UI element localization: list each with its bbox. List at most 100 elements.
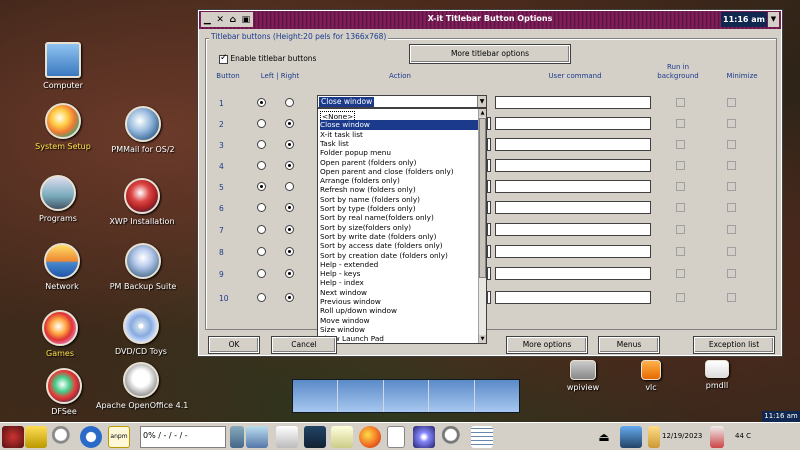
left-radio[interactable] bbox=[257, 225, 266, 234]
folder-small-icon[interactable] bbox=[648, 426, 660, 448]
desktop-icon-system-setup[interactable]: System Setup bbox=[18, 103, 108, 151]
desktop-icon-apache-openoffice[interactable]: Apache OpenOffice 4.1 bbox=[96, 362, 188, 410]
dialog-titlebar[interactable]: ▁ ✕ ⌂ ▣ X-it Titlebar Button Options 11:… bbox=[199, 11, 781, 29]
right-radio[interactable] bbox=[285, 269, 294, 278]
dropdown-option[interactable]: Close window bbox=[320, 120, 478, 130]
user-command-field[interactable] bbox=[495, 138, 651, 151]
right-radio[interactable] bbox=[285, 293, 294, 302]
dropdown-option[interactable]: Roll up/down window bbox=[320, 306, 478, 315]
scroll-thumb[interactable] bbox=[479, 118, 486, 278]
minimize-checkbox[interactable] bbox=[727, 225, 736, 234]
action-field[interactable] bbox=[487, 159, 491, 172]
menus-button[interactable]: Menus bbox=[598, 336, 660, 354]
minimize-checkbox[interactable] bbox=[727, 161, 736, 170]
minimize-checkbox[interactable] bbox=[727, 98, 736, 107]
scroll-down-arrow-icon[interactable]: ▼ bbox=[479, 335, 486, 343]
action-field[interactable] bbox=[487, 267, 491, 280]
desktop-pane[interactable] bbox=[383, 380, 430, 412]
minimize-checkbox[interactable] bbox=[727, 203, 736, 212]
user-command-field[interactable] bbox=[495, 201, 651, 214]
action-field[interactable] bbox=[487, 138, 491, 151]
right-radio[interactable] bbox=[285, 182, 294, 191]
dropdown-option[interactable]: Help - index bbox=[320, 278, 478, 287]
minimize-checkbox[interactable] bbox=[727, 119, 736, 128]
minimize-checkbox[interactable] bbox=[727, 182, 736, 191]
terminal-icon[interactable] bbox=[304, 426, 326, 448]
image-viewer-icon[interactable] bbox=[413, 426, 435, 448]
user-command-field[interactable] bbox=[495, 223, 651, 236]
left-radio[interactable] bbox=[257, 182, 266, 191]
power-icon[interactable] bbox=[80, 426, 102, 448]
scroll-up-arrow-icon[interactable]: ▲ bbox=[479, 109, 486, 117]
user-command-field[interactable] bbox=[495, 267, 651, 280]
dropdown-option[interactable]: Help - keys bbox=[320, 269, 478, 278]
dropdown-option[interactable]: Sort by type (folders only) bbox=[320, 204, 478, 213]
enable-titlebar-buttons[interactable]: Enable titlebar buttons bbox=[219, 53, 316, 64]
dropdown-option[interactable]: Folder popup menu bbox=[320, 148, 478, 157]
dropdown-option[interactable]: Arrange (folders only) bbox=[320, 176, 478, 185]
run-background-checkbox[interactable] bbox=[676, 247, 685, 256]
right-radio[interactable] bbox=[285, 203, 294, 212]
desktop-pane[interactable] bbox=[293, 380, 339, 412]
desktop-icon-games[interactable]: Games bbox=[15, 310, 105, 358]
dropdown-option[interactable]: X-it task list bbox=[320, 130, 478, 139]
tray-date[interactable]: 12/19/2023 bbox=[662, 432, 702, 440]
more-titlebar-options-button[interactable]: More titlebar options bbox=[409, 44, 571, 64]
right-radio[interactable] bbox=[285, 247, 294, 256]
action-combobox-row1[interactable]: Close window ▼ bbox=[317, 95, 487, 108]
left-radio[interactable] bbox=[257, 161, 266, 170]
action-field[interactable] bbox=[487, 223, 491, 236]
desktop-icon-programs[interactable]: Programs bbox=[13, 175, 103, 223]
user-command-field[interactable] bbox=[495, 96, 651, 109]
search-icon[interactable] bbox=[52, 426, 74, 448]
tray-clock[interactable]: 11:16 am bbox=[762, 411, 800, 422]
enable-checkbox[interactable] bbox=[219, 53, 228, 64]
right-radio[interactable] bbox=[285, 98, 294, 107]
run-background-checkbox[interactable] bbox=[676, 161, 685, 170]
run-background-checkbox[interactable] bbox=[676, 225, 685, 234]
user-command-field[interactable] bbox=[495, 245, 651, 258]
dropdown-option[interactable]: Size window bbox=[320, 325, 478, 334]
dropdown-option[interactable]: Task list bbox=[320, 139, 478, 148]
dropdown-option[interactable]: Sort by real name(folders only) bbox=[320, 213, 478, 222]
user-command-field[interactable] bbox=[495, 180, 651, 193]
dropdown-scrollbar[interactable]: ▲ ▼ bbox=[478, 109, 486, 343]
ok-button[interactable]: OK bbox=[208, 336, 260, 354]
desktop-pane[interactable] bbox=[474, 380, 520, 412]
exception-list-button[interactable]: Exception list bbox=[693, 336, 775, 354]
action-field[interactable] bbox=[487, 180, 491, 193]
run-background-checkbox[interactable] bbox=[676, 119, 685, 128]
dropdown-option[interactable]: Previous window bbox=[320, 297, 478, 306]
desktop-icon-xwp-installation[interactable]: XWP Installation bbox=[97, 178, 187, 226]
dropdown-option[interactable]: Open parent and close (folders only) bbox=[320, 167, 478, 176]
user-command-field[interactable] bbox=[495, 117, 651, 130]
minimize-checkbox[interactable] bbox=[727, 140, 736, 149]
minimize-checkbox[interactable] bbox=[727, 247, 736, 256]
dropdown-option[interactable]: Sort by creation date (folders only) bbox=[320, 251, 478, 260]
window-icon[interactable] bbox=[276, 426, 298, 448]
left-radio[interactable] bbox=[257, 269, 266, 278]
run-background-checkbox[interactable] bbox=[676, 182, 685, 191]
xit-logo-icon[interactable] bbox=[2, 426, 24, 448]
run-background-checkbox[interactable] bbox=[676, 98, 685, 107]
action-dropdown-list[interactable]: <None> Close window X-it task list Task lis… bbox=[317, 108, 487, 344]
action-field[interactable] bbox=[487, 291, 491, 304]
lock-icon[interactable] bbox=[25, 426, 47, 448]
document-icon[interactable] bbox=[387, 426, 405, 448]
cpu-monitor[interactable]: 0% / - / - / - bbox=[140, 426, 226, 448]
minimize-checkbox[interactable] bbox=[727, 293, 736, 302]
dropdown-option[interactable]: Help - extended bbox=[320, 260, 478, 269]
right-radio[interactable] bbox=[285, 119, 294, 128]
run-background-checkbox[interactable] bbox=[676, 269, 685, 278]
firefox-icon[interactable] bbox=[359, 426, 381, 448]
grid-tool-icon[interactable] bbox=[471, 426, 493, 448]
left-radio[interactable] bbox=[257, 119, 266, 128]
run-background-checkbox[interactable] bbox=[676, 140, 685, 149]
dropdown-option[interactable]: Sort by size(folders only) bbox=[320, 223, 478, 232]
dropdown-option[interactable]: Next window bbox=[320, 288, 478, 297]
user-command-field[interactable] bbox=[495, 291, 651, 304]
dropdown-option[interactable]: Sort by write date (folders only) bbox=[320, 232, 478, 241]
run-background-checkbox[interactable] bbox=[676, 203, 685, 212]
more-options-button[interactable]: More options bbox=[506, 336, 588, 354]
eject-icon[interactable]: ⏏ bbox=[596, 426, 612, 448]
